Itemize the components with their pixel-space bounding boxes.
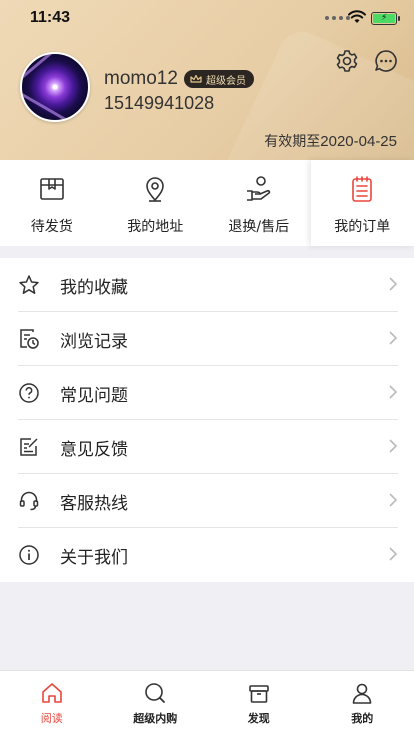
person-icon [352, 683, 372, 704]
chevron-right-icon [389, 331, 398, 345]
question-circle-icon [19, 383, 39, 403]
box-icon [39, 178, 64, 200]
status-time: 11:43 [30, 9, 71, 26]
profile-header: 11:43 ⚡ momo12 超级会员 15149941028 有效期至2020… [0, 0, 414, 160]
order-list-icon [352, 176, 373, 202]
gift-box-icon [248, 685, 269, 703]
quick-action-label: 待发货 [30, 219, 73, 235]
home-icon [41, 683, 62, 703]
wifi-icon [348, 10, 366, 23]
bottom-tab-bar: 阅读 超级内购 发现 我的 [0, 670, 414, 736]
username: momo12 [104, 68, 178, 89]
expire-info: 有效期至2020-04-25 [264, 131, 397, 151]
tab-super-purchase[interactable]: 超级内购 [104, 671, 208, 736]
menu-item-about[interactable]: 关于我们 [0, 528, 414, 582]
chevron-right-icon [389, 277, 398, 291]
history-icon [20, 329, 39, 349]
tab-label: 阅读 [40, 712, 63, 725]
chevron-right-icon [389, 493, 398, 507]
quick-action-address[interactable]: 我的地址 [104, 160, 208, 246]
hand-return-icon [246, 176, 270, 201]
menu-item-label: 意见反馈 [60, 439, 128, 460]
menu-item-label: 客服热线 [60, 493, 128, 514]
menu-item-label: 浏览记录 [60, 331, 128, 352]
menu-item-feedback[interactable]: 意见反馈 [0, 420, 414, 474]
headset-icon [19, 491, 39, 511]
location-pin-icon [146, 177, 165, 202]
menu-item-label: 我的收藏 [60, 277, 128, 298]
tab-label: 我的 [351, 712, 374, 725]
quick-action-label: 退换/售后 [228, 219, 290, 235]
quick-action-returns[interactable]: 退换/售后 [207, 160, 311, 246]
menu-item-history[interactable]: 浏览记录 [0, 312, 414, 366]
chevron-right-icon [389, 385, 398, 399]
menu-item-favorites[interactable]: 我的收藏 [0, 258, 414, 312]
menu-item-label: 关于我们 [60, 547, 128, 568]
menu-item-label: 常见问题 [60, 385, 128, 406]
status-bar: 11:43 ⚡ [0, 0, 414, 36]
info-circle-icon [19, 545, 39, 565]
avatar[interactable] [20, 52, 90, 122]
vip-badge-label: 超级会员 [206, 75, 246, 87]
quick-action-label: 我的订单 [334, 219, 391, 235]
chevron-right-icon [389, 439, 398, 453]
menu-item-hotline[interactable]: 客服热线 [0, 474, 414, 528]
gear-icon[interactable] [334, 48, 360, 74]
quick-action-pending-shipment[interactable]: 待发货 [0, 160, 104, 246]
vip-badge: 超级会员 [184, 70, 254, 88]
menu-item-faq[interactable]: 常见问题 [0, 366, 414, 420]
signal-icon [325, 16, 350, 20]
crown-icon [190, 74, 202, 83]
tab-read[interactable]: 阅读 [0, 671, 104, 736]
chat-icon[interactable] [373, 48, 399, 74]
chevron-right-icon [389, 547, 398, 561]
settings-menu: 我的收藏 浏览记录 常见问题 意见反馈 客服热线 关于我们 [0, 258, 414, 582]
search-icon [145, 683, 166, 703]
quick-action-label: 我的地址 [127, 219, 184, 235]
star-icon [19, 275, 39, 294]
tab-mine[interactable]: 我的 [311, 671, 414, 736]
quick-actions: 待发货 我的地址 退换/售后 我的订单 [0, 160, 414, 246]
quick-action-my-orders[interactable]: 我的订单 [311, 160, 414, 246]
expire-prefix: 有效期至 [264, 134, 321, 150]
tab-discover[interactable]: 发现 [207, 671, 311, 736]
battery-icon: ⚡ [371, 12, 400, 25]
tab-label: 发现 [247, 712, 270, 725]
feedback-edit-icon [20, 438, 38, 456]
phone-number: 15149941028 [104, 93, 215, 113]
expire-date: 2020-04-25 [320, 133, 397, 150]
tab-label: 超级内购 [133, 712, 178, 725]
